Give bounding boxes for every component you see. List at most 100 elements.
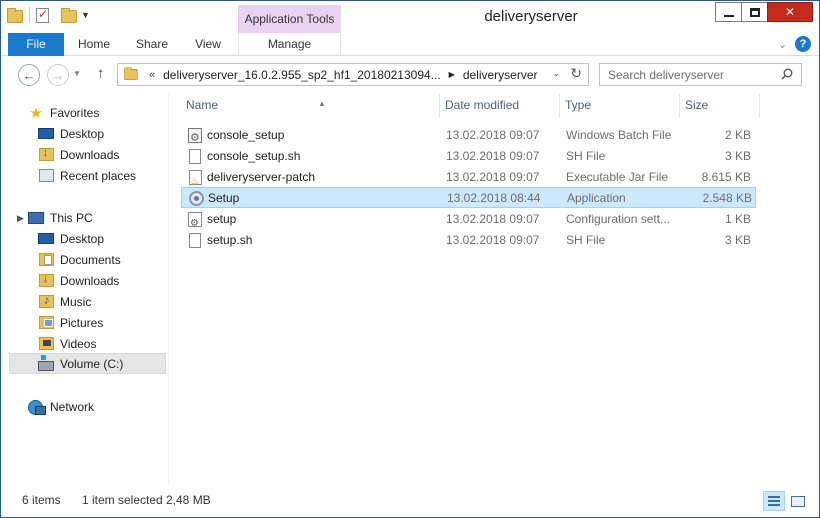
file-row-selected[interactable]: Setup 13.02.2018 08:44 Application 2.548…	[181, 187, 756, 208]
computer-icon	[28, 210, 44, 226]
file-size: 3 KB	[724, 149, 751, 163]
nav-network[interactable]: Network	[28, 396, 94, 417]
nav-label: This PC	[50, 210, 93, 225]
breadcrumb-separator-icon[interactable]: ▶	[449, 70, 455, 79]
recent-locations-chevron-icon[interactable]: ▼	[73, 69, 81, 78]
file-date: 13.02.2018 09:07	[446, 233, 540, 247]
file-date: 13.02.2018 09:07	[446, 170, 540, 184]
address-dropdown-chevron-icon[interactable]: ⌄	[552, 68, 560, 79]
breadcrumb-overflow[interactable]: «	[149, 69, 155, 81]
column-headers: Name ▲ Date modified Type Size	[181, 93, 761, 118]
file-name: console_setup	[207, 128, 285, 142]
maximize-button[interactable]	[741, 2, 768, 22]
application-tools-header: Application Tools	[238, 5, 341, 33]
batch-file-icon	[187, 128, 203, 146]
column-header-type[interactable]: Type	[560, 93, 680, 118]
nav-label: Network	[50, 399, 95, 414]
toolbar-separator	[29, 7, 30, 23]
breadcrumb-current[interactable]: deliveryserver	[463, 68, 538, 82]
tab-manage[interactable]: Manage	[238, 33, 341, 56]
large-icons-view-icon	[791, 495, 805, 507]
file-name-cell: console_setup.sh	[187, 146, 437, 167]
nav-pc-pictures[interactable]: Pictures	[38, 312, 103, 333]
details-view-button[interactable]	[763, 491, 785, 511]
file-row[interactable]: console_setup.sh 13.02.2018 09:07 SH Fil…	[181, 146, 756, 167]
nav-label: Music	[60, 294, 92, 309]
nav-pc-downloads[interactable]: Downloads	[38, 270, 119, 291]
file-type: Windows Batch File	[566, 128, 672, 142]
nav-pc-desktop[interactable]: Desktop	[38, 228, 104, 249]
file-size: 1 KB	[724, 212, 751, 226]
file-row[interactable]: setup.sh 13.02.2018 09:07 SH File 3 KB	[181, 230, 756, 251]
file-row[interactable]: deliveryserver-patch 13.02.2018 09:07 Ex…	[181, 167, 756, 188]
application-icon	[188, 191, 204, 207]
file-name-cell: console_setup	[187, 125, 437, 146]
tab-share[interactable]: Share	[125, 33, 179, 56]
forward-arrow-icon: →	[51, 67, 65, 83]
file-row[interactable]: setup 13.02.2018 09:07 Configuration set…	[181, 209, 756, 230]
file-name-cell: setup.sh	[187, 230, 437, 251]
tab-view[interactable]: View	[183, 33, 233, 56]
large-icons-view-button[interactable]	[787, 491, 809, 511]
nav-favorites-downloads[interactable]: Downloads	[38, 144, 119, 165]
minimize-icon	[723, 15, 734, 17]
nav-pc-videos[interactable]: Videos	[38, 333, 96, 354]
properties-icon[interactable]	[36, 7, 49, 23]
refresh-icon[interactable]: ↻	[570, 65, 582, 82]
file-name-cell: setup	[187, 209, 437, 230]
file-name-cell: Setup	[188, 188, 438, 209]
expand-this-pc-chevron-icon[interactable]: ▶	[17, 213, 24, 224]
file-date: 13.02.2018 09:07	[446, 128, 540, 142]
item-count: 6 items	[22, 493, 61, 507]
nav-label: Volume (C:)	[60, 356, 124, 371]
file-name: Setup	[208, 191, 240, 205]
customize-toolbar-chevron-icon[interactable]: ▼	[81, 10, 90, 20]
column-header-size[interactable]: Size	[680, 93, 760, 118]
ribbon-right-controls: ⌄ ?	[778, 36, 811, 52]
star-icon: ★	[29, 104, 43, 122]
file-row[interactable]: console_setup 13.02.2018 09:07 Windows B…	[181, 125, 756, 146]
minimize-button[interactable]	[715, 2, 742, 22]
nav-label: Recent places	[60, 168, 137, 183]
sh-file-icon	[187, 233, 203, 249]
nav-pc-volume-c[interactable]: Volume (C:)	[9, 353, 166, 374]
file-type: Executable Jar File	[566, 170, 669, 184]
nav-favorites-desktop[interactable]: Desktop	[38, 123, 104, 144]
nav-pc-documents[interactable]: Documents	[38, 249, 121, 270]
back-arrow-icon: ←	[22, 67, 36, 83]
back-button[interactable]: ←	[18, 64, 40, 86]
nav-favorites[interactable]: ★ Favorites	[28, 102, 99, 123]
column-header-date[interactable]: Date modified	[440, 93, 560, 118]
forward-button[interactable]: →	[47, 64, 69, 86]
file-size: 3 KB	[724, 233, 751, 247]
file-date: 13.02.2018 09:07	[446, 212, 540, 226]
search-icon[interactable]	[781, 68, 793, 80]
nav-label: Desktop	[60, 126, 105, 141]
folder-icon[interactable]	[7, 8, 23, 23]
expand-ribbon-chevron-icon[interactable]: ⌄	[778, 38, 787, 51]
window-title: deliveryserver	[484, 8, 578, 25]
column-label: Name	[186, 98, 219, 112]
nav-label: Pictures	[60, 315, 104, 330]
tab-home[interactable]: Home	[67, 33, 121, 56]
nav-label: Desktop	[60, 231, 105, 246]
help-icon[interactable]: ?	[795, 36, 811, 52]
search-input[interactable]	[608, 67, 778, 82]
downloads-folder-icon	[38, 271, 54, 289]
address-bar[interactable]: « deliveryserver_16.0.2.955_sp2_hf1_2018…	[117, 63, 589, 86]
close-button[interactable]: ✕	[767, 2, 813, 22]
network-icon	[28, 399, 46, 415]
nav-pc-music[interactable]: Music	[38, 291, 91, 312]
up-button[interactable]: ↑	[97, 65, 105, 82]
tab-file[interactable]: File	[8, 33, 64, 56]
file-name: console_setup.sh	[207, 149, 301, 163]
new-folder-icon[interactable]	[61, 8, 77, 23]
column-header-name[interactable]: Name ▲	[181, 93, 440, 118]
address-folder-icon	[124, 67, 138, 81]
file-type: Application	[567, 191, 626, 205]
quick-access-toolbar: ▼	[7, 7, 90, 23]
nav-favorites-recent[interactable]: Recent places	[38, 165, 136, 186]
nav-this-pc[interactable]: This PC	[28, 207, 93, 228]
sort-ascending-icon: ▲	[318, 99, 326, 108]
breadcrumb-parent[interactable]: deliveryserver_16.0.2.955_sp2_hf1_201802…	[163, 68, 441, 82]
